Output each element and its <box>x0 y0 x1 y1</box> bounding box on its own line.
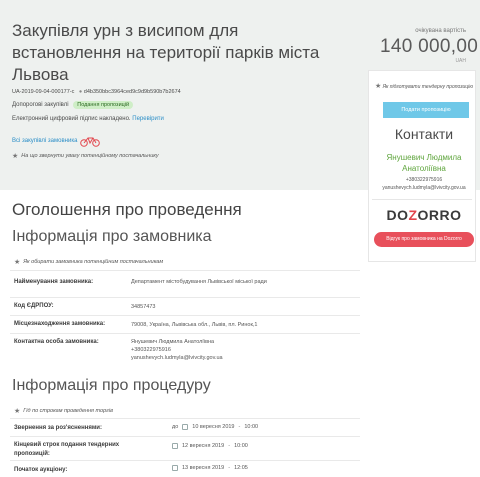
contact-phone: +380322975916 <box>405 177 443 183</box>
customer-address-value: 79008, Україна, Львівська обл., Львів, п… <box>131 322 258 328</box>
contact-person-label: Контактна особа замовника: <box>14 339 99 345</box>
contact-person-name: Янушевич Людмила Анатоліївна <box>131 339 215 345</box>
contacts-title: Контакти <box>394 126 454 142</box>
signature-text: Електронний цифровий підпис накладено. <box>12 116 131 122</box>
contact-name: Янушевич Людмила Анатоліївна <box>386 153 462 173</box>
star-icon: ★ <box>374 83 382 90</box>
price-value: 140 000,00 <box>380 36 479 57</box>
all-purchases-link[interactable]: Всі закупівлі замовника <box>12 138 77 144</box>
tender-hash: d4b350bbc3964ced9c9d9b590b7b2674 <box>83 89 181 95</box>
row-divider <box>10 315 360 316</box>
procedure-note-text: Гід по строкам проведення торгів <box>23 408 113 414</box>
star-icon: ★ <box>14 259 21 266</box>
price-label: очікувана вартість <box>415 28 466 34</box>
edrpou-value: 34857473 <box>131 304 156 310</box>
row-divider <box>10 333 360 334</box>
card-divider <box>372 199 472 200</box>
attention-note-text: На що звернути увагу потенційному постач… <box>21 153 159 159</box>
procurement-type-row: Допорогові закупівлі Подання пропозицій <box>12 101 134 109</box>
auction-start-value: 13 вересня 2019 - 12:05 <box>172 465 248 471</box>
submission-deadline-value: 12 вересня 2019 - 10:00 <box>172 443 248 449</box>
customer-name-label: Найменування замовника: <box>14 279 94 285</box>
row-divider <box>10 460 360 461</box>
procedure-note[interactable]: ★ Гід по строкам проведення торгів <box>14 407 113 415</box>
signature-row: Електронний цифровий підпис накладено. П… <box>12 116 164 122</box>
row-divider <box>10 418 360 419</box>
calendar-icon <box>172 443 178 449</box>
submission-deadline-label: Кінцевий строк подання тендерних пропози… <box>14 442 120 457</box>
tender-title: Закупівля урн з висипом для встановлення… <box>12 21 320 84</box>
calendar-icon <box>182 424 189 430</box>
contact-person-email[interactable]: yanushevych.ludmyla@lvivcity.gov.ua <box>131 354 223 362</box>
calendar-icon <box>172 465 178 471</box>
announcement-title: Оголошення про проведення <box>12 200 242 219</box>
star-icon: ★ <box>14 408 21 415</box>
submit-proposal-button[interactable]: Подати пропозицію <box>383 102 469 118</box>
contact-email[interactable]: yanushevych.ludmyla@lvivcity.gov.ua <box>368 185 480 191</box>
tender-id: UA-2019-09-04-000177-c <box>12 89 75 95</box>
prep-note[interactable]: ★ Як підготувати тендерну пропозицію <box>372 83 476 91</box>
customer-note[interactable]: ★ Як обирати замовника потенційним поста… <box>14 258 163 266</box>
clarification-label: Звернення за роз'ясненнями: <box>14 425 102 431</box>
auction-start-label: Початок аукціону: <box>14 467 68 473</box>
customer-note-text: Як обирати замовника потенційним постача… <box>23 259 164 265</box>
edrpou-label: Код ЄДРПОУ: <box>14 303 54 309</box>
verify-signature-link[interactable]: Перевірити <box>132 116 164 122</box>
tender-id-row: UA-2019-09-04-000177-c ● d4b350bbc3964ce… <box>12 89 181 95</box>
bicycle-icon <box>80 137 100 147</box>
customer-name-value: Департамент містобудування Львівської мі… <box>131 279 267 285</box>
customer-address-label: Місцезнаходження замовника: <box>14 321 106 327</box>
contact-person-phone: +380322975916 <box>131 347 171 353</box>
row-divider <box>10 270 360 271</box>
price-currency: UAH <box>455 58 466 64</box>
clarification-value: до 10 вересня 2019 - 10:00 <box>172 424 259 430</box>
procurement-type: Допорогові закупівлі <box>12 102 69 108</box>
star-icon: ★ <box>12 153 19 160</box>
procedure-title: Інформація про процедуру <box>12 377 211 394</box>
row-divider <box>10 297 360 298</box>
dozorro-logo: DOZORRO <box>386 207 462 223</box>
status-badge: Подання пропозицій <box>73 101 134 109</box>
attention-note[interactable]: ★ На що звернути увагу потенційному пост… <box>12 152 159 160</box>
arrow-right-icon: ● <box>78 89 83 95</box>
dozorro-review-button[interactable]: Відгук про замовника на Dozorro <box>374 232 474 247</box>
row-divider <box>10 436 360 437</box>
customer-info-title: Інформація про замовника <box>12 228 212 245</box>
prep-note-text: Як підготувати тендерну пропозицію <box>382 84 474 90</box>
